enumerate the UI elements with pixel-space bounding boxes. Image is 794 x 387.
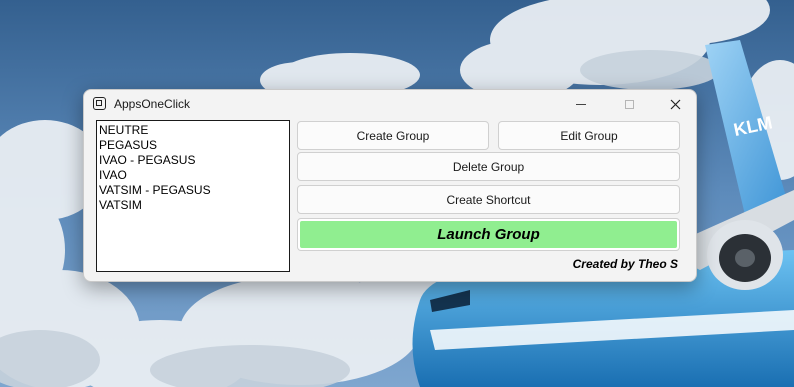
list-item[interactable]: VATSIM [99, 198, 287, 213]
create-shortcut-button[interactable]: Create Shortcut [297, 185, 680, 214]
title-bar[interactable]: AppsOneClick [84, 90, 696, 118]
list-item[interactable]: PEGASUS [99, 138, 287, 153]
credit-text: Created by Theo S [572, 257, 678, 271]
app-window: AppsOneClick NEUTRE PEGASUS IVAO - PEGAS… [83, 89, 697, 282]
list-item[interactable]: VATSIM - PEGASUS [99, 183, 287, 198]
delete-group-button[interactable]: Delete Group [297, 152, 680, 181]
maximize-icon [624, 99, 634, 109]
close-icon [670, 99, 680, 109]
launch-group-label: Launch Group [300, 221, 677, 248]
maximize-button[interactable] [606, 90, 652, 118]
app-window-icon [93, 97, 106, 110]
minimize-icon [576, 103, 586, 105]
minimize-button[interactable] [558, 90, 604, 118]
list-item[interactable]: IVAO - PEGASUS [99, 153, 287, 168]
list-item[interactable]: IVAO [99, 168, 287, 183]
close-button[interactable] [652, 90, 696, 118]
list-item[interactable]: NEUTRE [99, 123, 287, 138]
group-listbox[interactable]: NEUTRE PEGASUS IVAO - PEGASUS IVAO VATSI… [96, 120, 290, 272]
window-title: AppsOneClick [114, 97, 191, 111]
launch-group-button[interactable]: Launch Group [297, 218, 680, 251]
edit-group-button[interactable]: Edit Group [498, 121, 680, 150]
create-group-button[interactable]: Create Group [297, 121, 489, 150]
